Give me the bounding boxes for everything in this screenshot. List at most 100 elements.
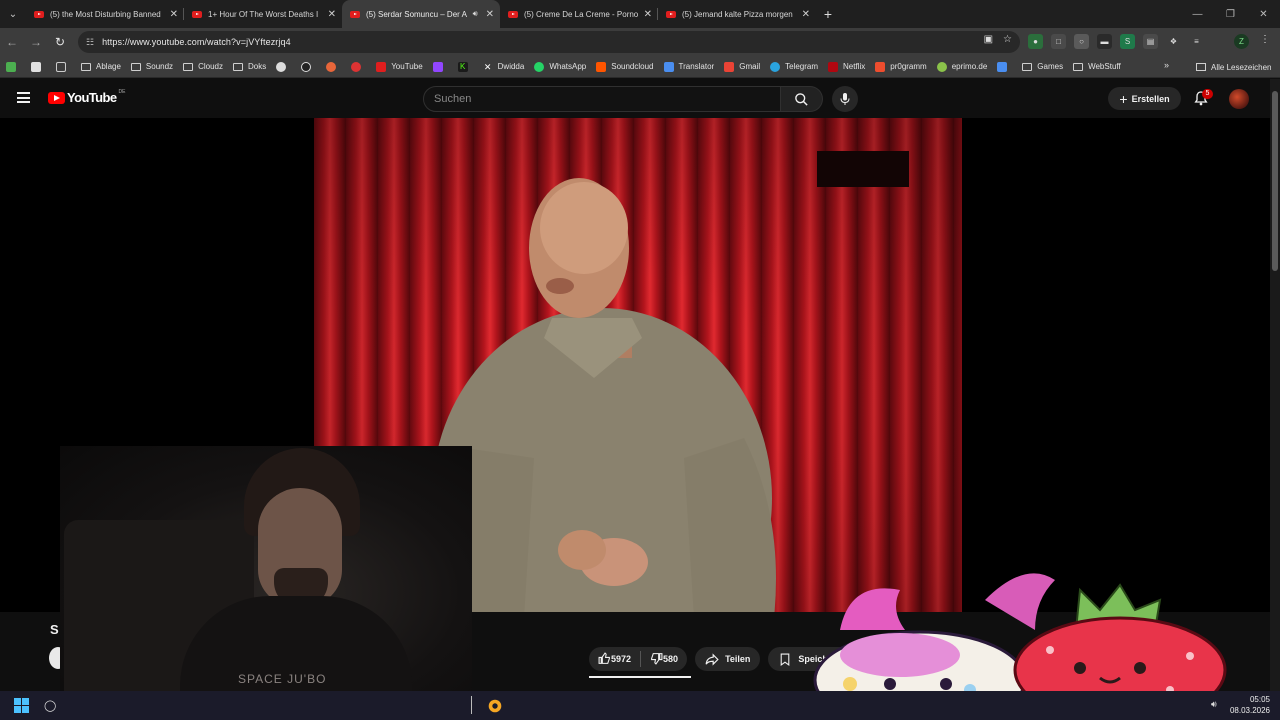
folder-icon: [130, 62, 141, 71]
bookmark-folder[interactable]: Cloudz: [183, 62, 223, 71]
bookmark-netflix[interactable]: Netflix: [828, 61, 865, 72]
video-title: S: [50, 622, 59, 637]
create-button[interactable]: + Erstellen: [1108, 87, 1181, 110]
webcam-overlay: SPACE JU'BO: [60, 446, 472, 691]
like-button[interactable]: 5972: [589, 647, 640, 671]
account-avatar[interactable]: [1229, 89, 1249, 109]
browser-tab[interactable]: (5) the Most Disturbing Banned ✕: [26, 0, 184, 28]
tab-close-icon[interactable]: ✕: [644, 9, 652, 20]
page-scrollbar[interactable]: [1270, 79, 1280, 691]
forward-arrow-icon[interactable]: →: [24, 28, 48, 56]
profile-avatar[interactable]: Z: [1234, 34, 1249, 49]
taskbar-search-icon[interactable]: ◯: [44, 699, 56, 712]
folder-icon: [81, 62, 91, 71]
url-text[interactable]: https://www.youtube.com/watch?v=jVYftezr…: [102, 37, 291, 47]
search-button[interactable]: [781, 86, 823, 112]
dislike-count: 580: [663, 654, 679, 664]
folder-icon: [1196, 63, 1206, 71]
voice-search-button[interactable]: [832, 86, 858, 112]
scrollbar-thumb[interactable]: [1272, 91, 1278, 271]
clock-time: 05:05: [1249, 695, 1270, 704]
share-arrow-icon: [705, 652, 719, 666]
bookmark-pr0gramm[interactable]: pr0gramm: [875, 61, 927, 72]
cast-icon[interactable]: ▣: [984, 34, 993, 45]
bookmark-icon-only[interactable]: [326, 61, 341, 72]
reload-icon[interactable]: ↻: [48, 28, 72, 56]
taskbar-app-icon[interactable]: [486, 697, 504, 715]
bookmark-app-green[interactable]: [6, 61, 21, 72]
youtube-logo[interactable]: YouTube DE: [48, 89, 125, 105]
bookmark-folder[interactable]: Ablage: [81, 62, 121, 71]
bookmark-star-icon[interactable]: ☆: [1003, 34, 1012, 45]
youtube-favicon-icon: [192, 10, 202, 18]
browser-tab[interactable]: (5) Creme De La Creme - Porno ✕: [500, 0, 658, 28]
bookmark-icon-only[interactable]: [276, 61, 291, 72]
extension-icon[interactable]: S: [1120, 34, 1135, 49]
extension-icon[interactable]: □: [1051, 34, 1066, 49]
reading-list-icon[interactable]: ≡: [1189, 34, 1204, 49]
folder-icon: [232, 62, 243, 71]
minimize-icon[interactable]: —: [1181, 0, 1214, 28]
bookmark-icon-only[interactable]: [301, 61, 316, 72]
browser-tab[interactable]: (5) Jemand kalte Pizza morgen ✕: [658, 0, 816, 28]
bookmark-app-white[interactable]: [31, 61, 46, 72]
bookmark-folder[interactable]: Doks: [232, 62, 266, 71]
hamburger-menu-icon[interactable]: [17, 92, 30, 103]
extension-icon[interactable]: ○: [1074, 34, 1089, 49]
youtube-favicon-icon: [34, 10, 44, 18]
restore-icon[interactable]: ❐: [1214, 0, 1247, 28]
extension-icon[interactable]: ▤: [1143, 34, 1158, 49]
bookmark-folder[interactable]: Games: [1022, 62, 1063, 71]
dislike-button[interactable]: 580: [641, 647, 687, 671]
search-input[interactable]: [434, 93, 780, 105]
bookmark-icon-only[interactable]: K: [457, 61, 473, 72]
new-tab-button[interactable]: +: [816, 0, 840, 28]
extensions-puzzle-icon[interactable]: ❖: [1166, 34, 1181, 49]
all-bookmarks-button[interactable]: Alle Lesezeichen: [1196, 56, 1271, 78]
bookmark-gmail[interactable]: Gmail: [724, 61, 760, 72]
tab-title: (5) the Most Disturbing Banned: [50, 9, 161, 19]
tab-search-chevron-icon[interactable]: ⌄: [0, 0, 26, 28]
system-clock[interactable]: 05:05 08.03.2026: [1226, 694, 1270, 716]
folder-icon: [1022, 62, 1033, 71]
search-box[interactable]: [423, 86, 781, 112]
tab-close-icon[interactable]: ✕: [170, 9, 178, 20]
tab-close-icon[interactable]: ✕: [328, 9, 336, 20]
bookmark-youtube[interactable]: YouTube: [376, 61, 423, 72]
folder-icon: [1073, 62, 1084, 71]
bookmark-icon-only[interactable]: [997, 61, 1012, 72]
bookmark-folder[interactable]: WebStuff: [1073, 62, 1121, 71]
back-arrow-icon[interactable]: ←: [0, 28, 24, 56]
notification-count-badge: 5: [1202, 89, 1213, 99]
tab-close-icon[interactable]: ✕: [802, 9, 810, 20]
apps-grid-icon[interactable]: [56, 61, 71, 72]
browser-tab[interactable]: 1+ Hour Of The Worst Deaths I ✕: [184, 0, 342, 28]
tab-close-icon[interactable]: ✕: [486, 9, 494, 20]
like-count: 5972: [611, 654, 632, 664]
site-info-icon[interactable]: ☷: [86, 37, 94, 48]
bookmark-translator[interactable]: Translator: [663, 61, 714, 72]
extension-icon[interactable]: ●: [1028, 34, 1043, 49]
close-window-icon[interactable]: ✕: [1247, 0, 1280, 28]
speaker-tray-icon[interactable]: 🔊︎: [1211, 699, 1217, 710]
bookmark-icon-only[interactable]: [351, 61, 366, 72]
bookmarks-overflow-icon[interactable]: »: [1164, 60, 1169, 70]
bookmark-whatsapp[interactable]: WhatsApp: [534, 61, 586, 72]
tab-audio-speaker-icon[interactable]: 🔊︎: [473, 9, 478, 19]
search-icon: [795, 92, 808, 106]
bookmark-telegram[interactable]: Telegram: [770, 61, 818, 72]
bookmarks-bar: Ablage Soundz Cloudz Doks YouTube K ✕ Dwi…: [0, 56, 1280, 78]
browser-tab-active[interactable]: (5) Serdar Somuncu – Der A 🔊︎ ✕: [342, 0, 500, 28]
shirt-print-text: SPACE JU'BO: [238, 672, 327, 686]
bookmark-icon-only[interactable]: [432, 61, 448, 72]
browser-menu-icon[interactable]: ⋮: [1260, 34, 1270, 45]
taskbar-divider: [471, 696, 472, 714]
share-button[interactable]: Teilen: [695, 647, 761, 671]
address-bar[interactable]: ☷ https://www.youtube.com/watch?v=jVYfte…: [78, 31, 1020, 53]
bookmark-folder[interactable]: Soundz: [130, 62, 173, 71]
bookmark-eprimo[interactable]: eprimo.de: [936, 61, 987, 72]
extension-icon[interactable]: ▬: [1097, 34, 1112, 49]
windows-start-icon[interactable]: [14, 698, 29, 713]
bookmark-dwidda[interactable]: ✕ Dwidda: [483, 62, 524, 72]
bookmark-soundcloud[interactable]: Soundcloud: [596, 61, 654, 72]
